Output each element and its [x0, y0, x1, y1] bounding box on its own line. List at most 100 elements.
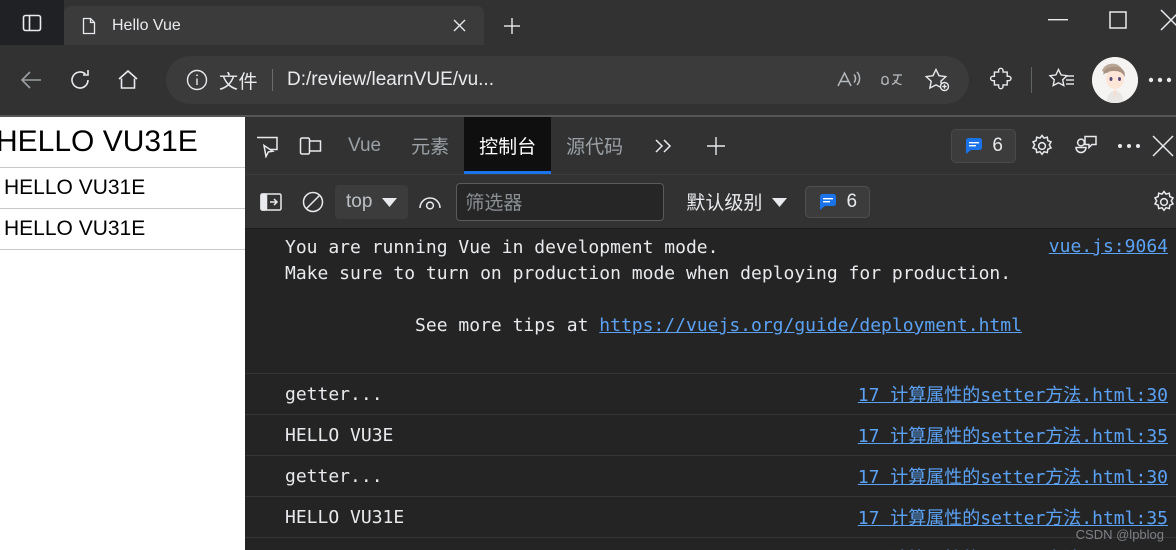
console-filter-input[interactable]: 筛选器	[456, 182, 665, 221]
tab-close-button[interactable]	[446, 13, 472, 39]
devtools-tab-bar: Vue 元素 控制台 源代码 6	[245, 117, 1176, 175]
back-arrow-icon	[19, 67, 45, 93]
extensions-button[interactable]	[977, 56, 1025, 104]
devtools-settings-button[interactable]	[1020, 133, 1064, 159]
address-bar[interactable]: 文件 D:/review/learnVUE/vu...	[166, 56, 969, 104]
add-favorite-button[interactable]	[915, 58, 959, 102]
console-issues-badge[interactable]: 6	[805, 185, 871, 218]
info-icon[interactable]	[184, 67, 210, 93]
devtools-message-badge[interactable]: 6	[951, 128, 1016, 163]
message-count: 6	[992, 134, 1003, 156]
add-favorite-icon	[923, 66, 951, 94]
console-log-row[interactable]: getter... 17 计算属性的setter方法.html:30	[245, 538, 1176, 550]
console-message-list[interactable]: You are running Vue in development mode.…	[245, 229, 1176, 550]
devtools-feedback-button[interactable]	[1064, 134, 1108, 158]
more-horizontal-icon	[1147, 76, 1175, 84]
read-aloud-button[interactable]	[827, 58, 871, 102]
collections-star-icon	[1048, 67, 1076, 93]
console-context-selector[interactable]: top	[335, 184, 409, 219]
window-controls	[1028, 0, 1176, 40]
console-sidebar-toggle-button[interactable]	[251, 182, 291, 222]
console-source-link[interactable]: 17 计算属性的setter方法.html:30	[858, 463, 1168, 489]
console-context-label: top	[346, 190, 373, 212]
console-source-link[interactable]: vue.js:9064	[1049, 236, 1168, 257]
devtools-close-button[interactable]	[1150, 134, 1176, 158]
split-pane-button[interactable]	[0, 0, 64, 45]
devtools-tab-label: Vue	[348, 134, 382, 156]
console-message-line: You are running Vue in development mode.	[285, 237, 719, 258]
live-expression-button[interactable]	[410, 182, 450, 222]
address-scheme-label: 文件	[219, 71, 259, 93]
tab-title: Hello Vue	[112, 16, 181, 34]
profile-avatar[interactable]	[1092, 57, 1138, 103]
console-log-row[interactable]: HELLO VU31E 17 计算属性的setter方法.html:35	[245, 497, 1176, 538]
console-issues-count: 6	[846, 190, 858, 212]
reload-button[interactable]	[56, 56, 104, 104]
minimize-icon	[1048, 19, 1068, 21]
back-button[interactable]	[8, 56, 56, 104]
console-message-text: See more tips at	[415, 315, 600, 336]
console-source-link[interactable]: 17 计算属性的setter方法.html:35	[858, 422, 1168, 448]
devtools-more-options-button[interactable]	[1108, 142, 1150, 150]
tabbar-spacer	[744, 117, 947, 174]
content-area: HELLO VU31E HELLO VU31E HELLO VU31E Vue …	[0, 115, 1176, 550]
address-separator	[272, 69, 274, 91]
console-level-selector[interactable]: 默认级别	[678, 182, 795, 221]
browser-tab-hello-vue[interactable]: Hello Vue	[64, 6, 484, 45]
maximize-icon	[1108, 10, 1128, 30]
read-aloud-icon	[836, 68, 862, 92]
console-filter-placeholder: 筛选器	[465, 193, 523, 214]
deployment-guide-link[interactable]: https://vuejs.org/guide/deployment.html	[599, 315, 1022, 336]
console-source-link[interactable]: 17 计算属性的setter方法.html:30	[858, 381, 1168, 407]
chevron-down-icon	[772, 197, 788, 207]
console-log-text: getter...	[285, 383, 383, 405]
window-maximize-button[interactable]	[1088, 0, 1148, 40]
home-icon	[115, 67, 141, 93]
gear-icon	[1151, 189, 1176, 215]
home-button[interactable]	[104, 56, 152, 104]
devtools-more-tabs-button[interactable]	[638, 117, 688, 174]
console-settings-button[interactable]	[1152, 182, 1176, 222]
collections-button[interactable]	[1038, 56, 1086, 104]
browser-window: Hello Vue 文件 D:/review/learnVUE/vu... HE…	[0, 0, 1176, 550]
translate-button[interactable]	[871, 58, 915, 102]
devtools-tab-elements[interactable]: 元素	[396, 117, 464, 174]
message-bubble-icon	[964, 136, 984, 156]
console-log-row[interactable]: getter... 17 计算属性的setter方法.html:30	[245, 374, 1176, 415]
devtools-tabbar-actions: 6	[947, 117, 1176, 174]
inspect-element-button[interactable]	[245, 117, 289, 174]
devtools-tab-console[interactable]: 控制台	[464, 117, 552, 174]
reload-icon	[67, 67, 93, 93]
console-message-group[interactable]: You are running Vue in development mode.…	[245, 229, 1176, 374]
browser-more-button[interactable]	[1144, 56, 1176, 104]
inspect-element-icon	[254, 134, 280, 158]
console-source-link[interactable]: 17 计算属性的setter方法.html:30	[858, 545, 1168, 550]
devtools-tab-vue[interactable]: Vue	[333, 117, 396, 174]
plus-icon	[704, 134, 728, 158]
close-icon	[1151, 134, 1175, 158]
console-log-text: getter...	[285, 465, 383, 487]
console-sidebar-icon	[259, 191, 283, 213]
console-message-line: See more tips at https://vuejs.org/guide…	[285, 287, 1166, 365]
plus-icon	[501, 15, 523, 37]
console-level-label: 默认级别	[686, 193, 763, 214]
devtools-tab-sources[interactable]: 源代码	[551, 117, 638, 174]
console-log-text: HELLO VU31E	[285, 506, 405, 528]
extensions-puzzle-icon	[988, 67, 1014, 93]
console-log-row[interactable]: HELLO VU3E 17 计算属性的setter方法.html:35	[245, 415, 1176, 456]
address-url-text[interactable]: D:/review/learnVUE/vu...	[287, 69, 827, 91]
chevron-double-right-icon	[652, 136, 674, 156]
clear-console-button[interactable]	[293, 182, 333, 222]
device-toolbar-button[interactable]	[289, 117, 333, 174]
new-tab-button[interactable]	[492, 6, 532, 45]
console-log-row[interactable]: getter... 17 计算属性的setter方法.html:30	[245, 456, 1176, 497]
web-page-viewport: HELLO VU31E HELLO VU31E HELLO VU31E	[0, 115, 245, 550]
devtools-add-tab-button[interactable]	[688, 117, 744, 174]
chevron-down-icon	[382, 197, 398, 207]
console-log-text: HELLO VU3E	[285, 424, 394, 446]
window-close-button[interactable]	[1148, 0, 1176, 40]
devtools-tab-label: 元素	[411, 137, 450, 158]
toolbar-divider	[1031, 67, 1032, 93]
window-minimize-button[interactable]	[1028, 0, 1088, 40]
page-heading: HELLO VU31E	[0, 117, 245, 168]
